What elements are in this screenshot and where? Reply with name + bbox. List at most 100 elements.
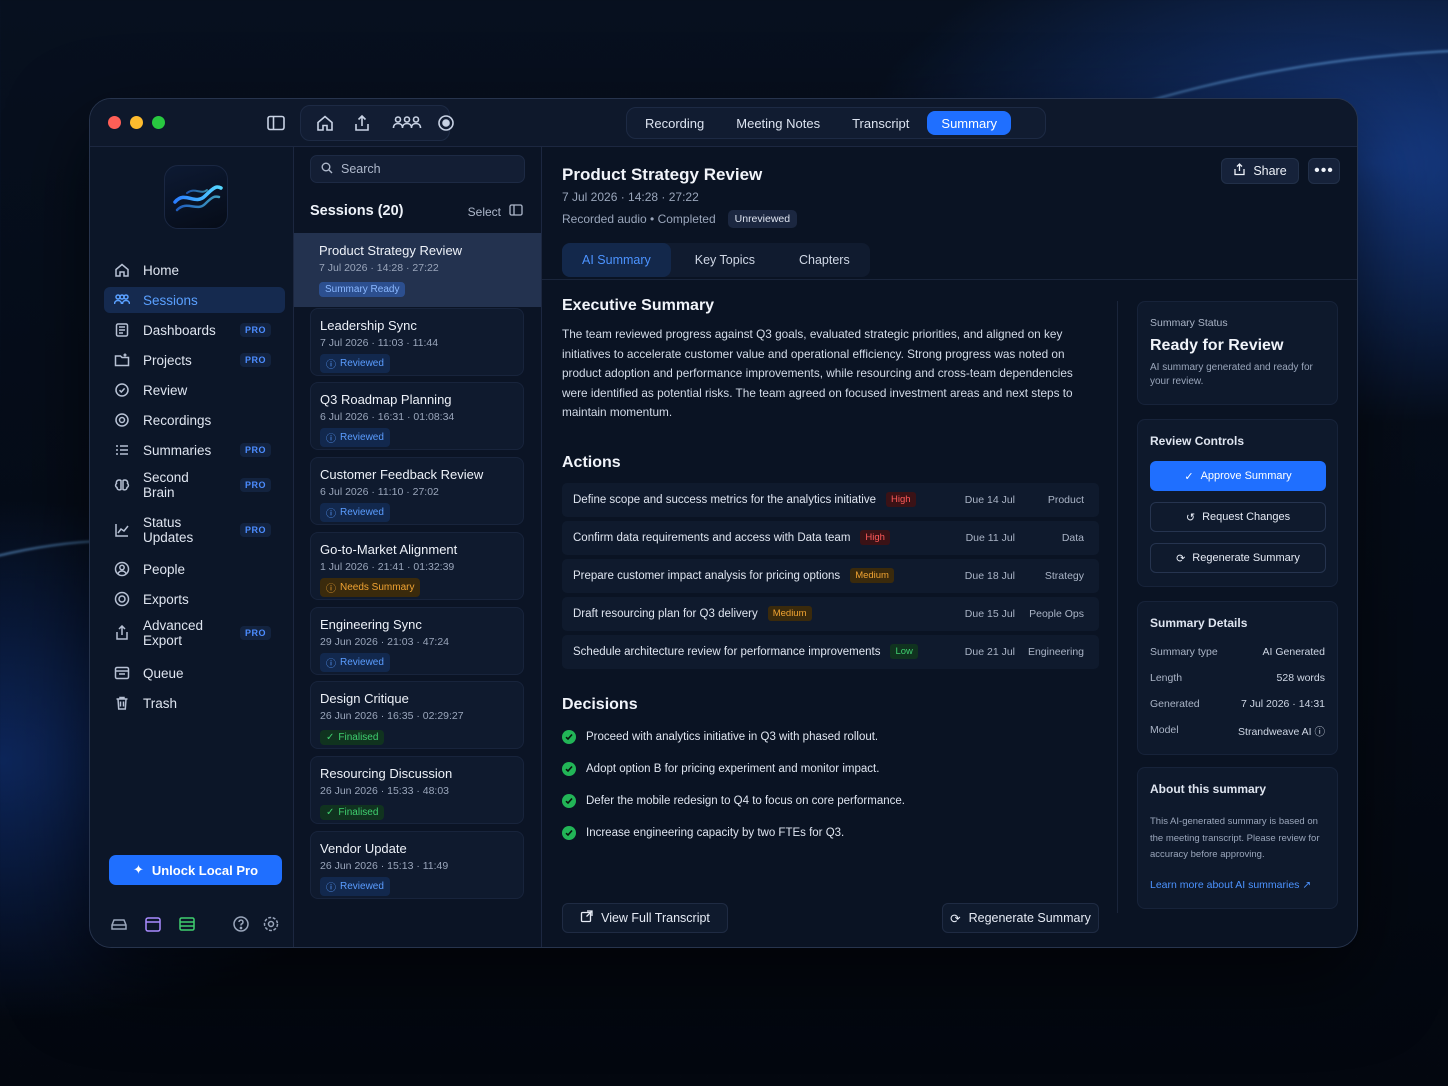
- action-due-date: Due 15 Jul: [964, 607, 1015, 620]
- summary-details-title: Summary Details: [1150, 616, 1248, 630]
- action-owner: People Ops: [1029, 607, 1084, 620]
- pro-badge: PRO: [239, 353, 271, 367]
- storage-icon[interactable]: [178, 915, 196, 933]
- home-icon[interactable]: [312, 111, 338, 135]
- status-icon: ⓘ: [326, 658, 336, 670]
- tab-key-topics[interactable]: Key Topics: [675, 243, 775, 277]
- sidebar-item-review[interactable]: Review: [104, 377, 285, 403]
- decision-item: Proceed with analytics initiative in Q3 …: [562, 721, 1099, 753]
- session-title: Design Critique: [320, 691, 409, 707]
- search-placeholder: Search: [341, 162, 381, 176]
- select-label: Select: [467, 204, 501, 219]
- pro-badge: PRO: [239, 626, 271, 640]
- session-title: Q3 Roadmap Planning: [320, 392, 452, 408]
- tab-ai-summary[interactable]: AI Summary: [562, 243, 671, 277]
- session-card-product-strategy-review[interactable]: Product Strategy Review 7 Jul 2026 · 14:2…: [294, 233, 541, 307]
- sidebar-item-home[interactable]: Home: [104, 257, 285, 283]
- close-window-button[interactable]: [108, 116, 121, 129]
- detail-row-length: Length 528 words: [1150, 672, 1325, 684]
- sidebar-item-people[interactable]: People: [104, 556, 285, 582]
- sparkle-icon: ✦: [132, 862, 144, 877]
- summary-status-title: Ready for Review: [1150, 337, 1284, 354]
- more-options-button[interactable]: •••: [1308, 158, 1340, 184]
- export-icon: [114, 591, 130, 607]
- action-due-date: Due 14 Jul: [964, 493, 1015, 506]
- action-owner: Product: [1047, 493, 1084, 506]
- detail-key: Generated: [1150, 698, 1200, 710]
- approve-summary-button[interactable]: ✓ Approve Summary: [1150, 461, 1326, 491]
- tab-chapters[interactable]: Chapters: [779, 243, 870, 277]
- sidebar-item-status-updates[interactable]: Status Updates PRO: [104, 512, 285, 548]
- action-item[interactable]: Define scope and success metrics for the…: [562, 482, 1099, 517]
- sidebar-item-second-brain[interactable]: Second Brain PRO: [104, 467, 285, 503]
- session-card-resourcing-discussion[interactable]: Resourcing Discussion 26 Jun 2026 · 15:33…: [310, 755, 524, 824]
- session-status-badge: ⓘ Needs Summary: [320, 577, 421, 597]
- session-card-vendor-update[interactable]: Vendor Update 26 Jun 2026 · 15:13 · 11:49…: [310, 830, 524, 899]
- actions-heading: Actions: [562, 453, 621, 471]
- sidebar-item-projects[interactable]: Projects PRO: [104, 347, 285, 373]
- sidebar-toggle-icon[interactable]: [263, 111, 289, 135]
- settings-gear-icon[interactable]: [262, 915, 280, 933]
- tab-recording[interactable]: Recording: [631, 111, 718, 135]
- tab-meeting-notes[interactable]: Meeting Notes: [722, 111, 834, 135]
- priority-badge: Medium: [850, 568, 894, 583]
- request-changes-button[interactable]: ↺ Request Changes: [1150, 502, 1326, 532]
- regenerate-summary-side-button[interactable]: ⟳ Regenerate Summary: [1150, 543, 1326, 573]
- sidebar-item-exports[interactable]: Exports: [104, 586, 285, 612]
- action-text: Draft resourcing plan for Q3 delivery: [573, 607, 758, 620]
- undo-icon: ↺: [1185, 511, 1196, 524]
- calendar-icon[interactable]: [144, 915, 162, 933]
- learn-more-link[interactable]: Learn more about AI summaries ↗: [1150, 879, 1325, 891]
- people-icon: [113, 292, 131, 308]
- regenerate-summary-button[interactable]: ⟳ Regenerate Summary: [942, 903, 1099, 933]
- session-card-leadership-sync[interactable]: Leadership Sync 7 Jul 2026 · 11:03 · 11:4…: [310, 307, 524, 376]
- chart-icon: [114, 522, 130, 538]
- record-icon[interactable]: [433, 111, 459, 135]
- select-button[interactable]: Select: [468, 204, 523, 219]
- drive-icon[interactable]: [110, 915, 128, 933]
- action-item[interactable]: Draft resourcing plan for Q3 delivery Med…: [562, 596, 1099, 631]
- sidebar-item-dashboards[interactable]: Dashboards PRO: [104, 317, 285, 343]
- search-input[interactable]: Search: [310, 155, 525, 183]
- sessions-list-panel: Search Sessions (20) Select Product Stra…: [294, 147, 542, 947]
- session-meta: 7 Jul 2026 · 14:28 · 27:22: [319, 262, 439, 274]
- dashboard-icon: [114, 322, 130, 338]
- tab-transcript[interactable]: Transcript: [838, 111, 923, 135]
- decision-item: Adopt option B for pricing experiment an…: [562, 753, 1099, 785]
- minimize-window-button[interactable]: [130, 116, 143, 129]
- people-icon[interactable]: [391, 111, 423, 135]
- sidebar-item-sessions[interactable]: Sessions: [104, 287, 285, 313]
- session-card-q3-roadmap-planning[interactable]: Q3 Roadmap Planning 6 Jul 2026 · 16:31 · …: [310, 382, 524, 451]
- executive-summary-heading: Executive Summary: [562, 297, 715, 314]
- sidebar-item-trash[interactable]: Trash: [104, 690, 285, 716]
- tab-summary[interactable]: Summary: [927, 111, 1012, 135]
- sidebar-item-summaries[interactable]: Summaries PRO: [104, 437, 285, 463]
- session-card-go-to-market-alignment[interactable]: Go-to-Market Alignment 1 Jul 2026 · 21:41…: [310, 531, 524, 600]
- session-meta: 6 Jul 2026 · 16:31 · 01:08:34: [320, 411, 455, 424]
- action-item[interactable]: Prepare customer impact analysis for pri…: [562, 558, 1099, 593]
- session-status-badge: ⓘ Reviewed: [320, 876, 390, 896]
- view-transcript-button[interactable]: View Full Transcript: [562, 903, 728, 933]
- unlock-pro-label: Unlock Local Pro: [151, 862, 259, 878]
- sidebar-item-advanced-export[interactable]: Advanced Export PRO: [104, 615, 285, 651]
- unlock-pro-button[interactable]: ✦ Unlock Local Pro: [109, 855, 282, 885]
- session-status-label: Summary Ready: [325, 284, 400, 295]
- session-card-design-critique[interactable]: Design Critique 26 Jun 2026 · 16:35 · 02:…: [310, 681, 524, 750]
- action-item[interactable]: Schedule architecture review for perform…: [562, 634, 1099, 669]
- action-item[interactable]: Confirm data requirements and access wit…: [562, 520, 1099, 555]
- help-icon[interactable]: [232, 915, 250, 933]
- status-icon: ⓘ: [326, 882, 336, 894]
- sidebar-item-recordings[interactable]: Recordings: [104, 407, 285, 433]
- share-button[interactable]: Share: [1221, 158, 1299, 184]
- sidebar-item-label: Queue: [143, 665, 184, 681]
- session-card-engineering-sync[interactable]: Engineering Sync 29 Jun 2026 · 21:03 · 47…: [310, 606, 524, 675]
- session-status-label: Reviewed: [340, 357, 384, 369]
- upload-icon[interactable]: [349, 111, 375, 135]
- sidebar-item-label: Summaries: [143, 442, 212, 458]
- zoom-window-button[interactable]: [152, 116, 165, 129]
- session-card-customer-feedback-review[interactable]: Customer Feedback Review 6 Jul 2026 · 11:…: [310, 457, 524, 526]
- sidebar-item-label: Trash: [143, 695, 178, 711]
- sidebar-item-queue[interactable]: Queue: [104, 660, 285, 686]
- sidebar-item-label: People: [143, 561, 186, 577]
- sidebar-item-label: Sessions: [143, 292, 198, 308]
